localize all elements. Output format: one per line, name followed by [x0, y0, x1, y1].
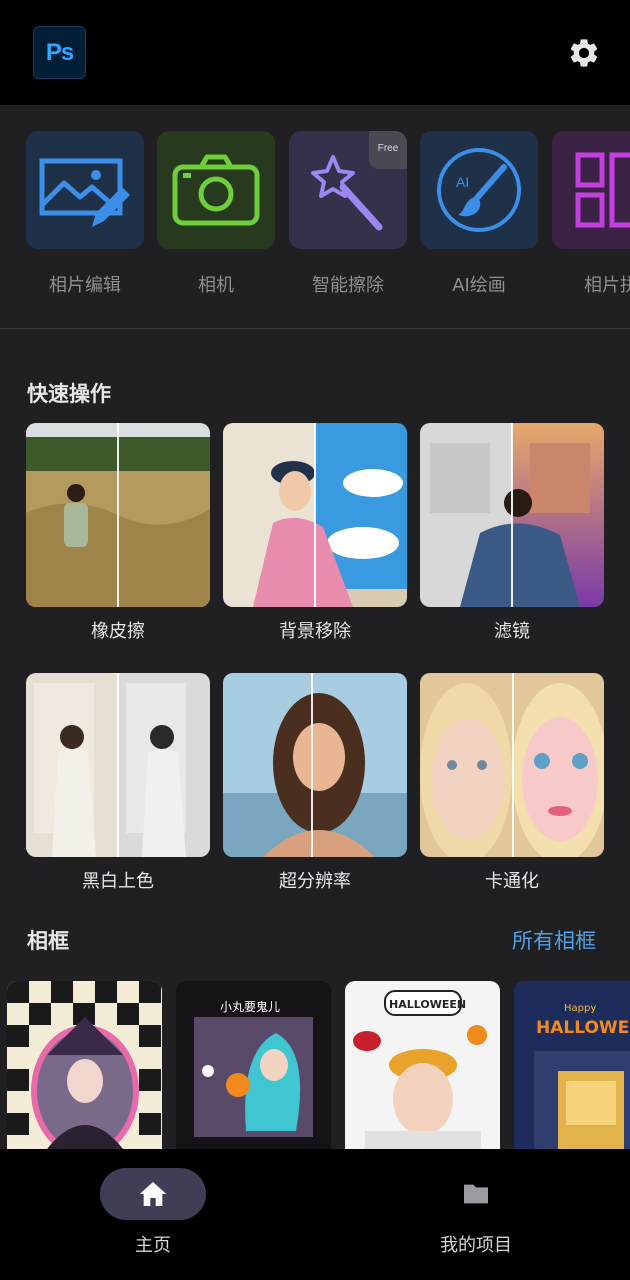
ai-brush-icon: AI [437, 148, 521, 232]
tool-camera[interactable]: 相机 [157, 131, 277, 297]
tool-photo-edit[interactable]: 相片编辑 [26, 131, 146, 297]
tool-label: 相片编辑 [49, 275, 121, 296]
quick-action-label: 超分辨率 [279, 871, 351, 892]
nav-my-projects[interactable]: 我的项目 [376, 1149, 576, 1280]
frame-caption: HALLOWEE [536, 1018, 630, 1038]
nav-home-label: 主页 [135, 1235, 171, 1256]
frames-row: 小丸要鬼儿 HALLOWEEN Happy HALLOWEE [0, 981, 630, 1149]
tool-ai-painting[interactable]: AI AI绘画 [420, 131, 540, 297]
quick-action-label: 滤镜 [494, 621, 530, 642]
tool-label: AI绘画 [452, 275, 506, 296]
tools-row: 相片编辑 相机 Free 智能擦除 AI AI绘画 相片拼 [0, 105, 630, 329]
quick-actions-title: 快速操作 [27, 382, 111, 406]
frames-title: 相框 [27, 929, 69, 953]
frame-caption: HALLOWEEN [389, 998, 466, 1011]
quick-action-label: 橡皮擦 [91, 621, 145, 642]
colorize-thumbnail [26, 673, 210, 857]
gear-icon[interactable] [567, 36, 601, 70]
quick-action-colorize[interactable]: 黑白上色 [26, 673, 210, 893]
remove-bg-thumbnail [223, 423, 407, 607]
quick-action-filter[interactable]: 滤镜 [420, 423, 604, 643]
super-resolution-thumbnail [223, 673, 407, 857]
frame-subcaption: Happy [564, 1003, 596, 1014]
top-app-bar: Ps [0, 0, 630, 105]
home-icon [139, 1182, 167, 1206]
frame-card[interactable] [7, 981, 162, 1149]
tool-smart-erase[interactable]: Free 智能擦除 [289, 131, 409, 297]
collage-icon [575, 152, 630, 228]
quick-action-cartoon[interactable]: 卡通化 [420, 673, 604, 893]
photo-edit-icon [39, 158, 130, 227]
quick-action-label: 卡通化 [485, 871, 539, 892]
nav-my-projects-label: 我的项目 [440, 1235, 512, 1256]
free-badge: Free [369, 131, 407, 169]
cartoon-thumbnail [420, 673, 604, 857]
frame-caption: 小丸要鬼儿 [220, 999, 280, 1014]
camera-icon [172, 154, 260, 226]
folder-icon [464, 1184, 488, 1204]
nav-home[interactable]: 主页 [53, 1149, 253, 1280]
quick-action-label: 背景移除 [279, 621, 351, 642]
quick-action-super-resolution[interactable]: 超分辨率 [223, 673, 407, 893]
filter-thumbnail [420, 423, 604, 607]
frame-card[interactable]: HALLOWEEN [345, 981, 500, 1149]
frame-card[interactable]: Happy HALLOWEE [514, 981, 630, 1149]
eraser-thumbnail [26, 423, 210, 607]
quick-action-eraser[interactable]: 橡皮擦 [26, 423, 210, 643]
frame-card[interactable]: 小丸要鬼儿 [176, 981, 331, 1149]
photoshop-logo: Ps [33, 26, 86, 79]
tool-label: 相片拼 [584, 275, 630, 296]
tool-collage[interactable]: 相片拼 [552, 131, 630, 297]
svg-text:AI: AI [456, 174, 469, 190]
quick-action-remove-bg[interactable]: 背景移除 [223, 423, 407, 643]
see-all-frames-link[interactable]: 所有相框 [512, 925, 596, 955]
quick-action-label: 黑白上色 [82, 871, 154, 892]
divider [0, 328, 630, 329]
bottom-navigation: 主页 我的项目 [0, 1149, 630, 1280]
tool-label: 智能擦除 [312, 275, 384, 296]
tool-label: 相机 [198, 275, 234, 296]
